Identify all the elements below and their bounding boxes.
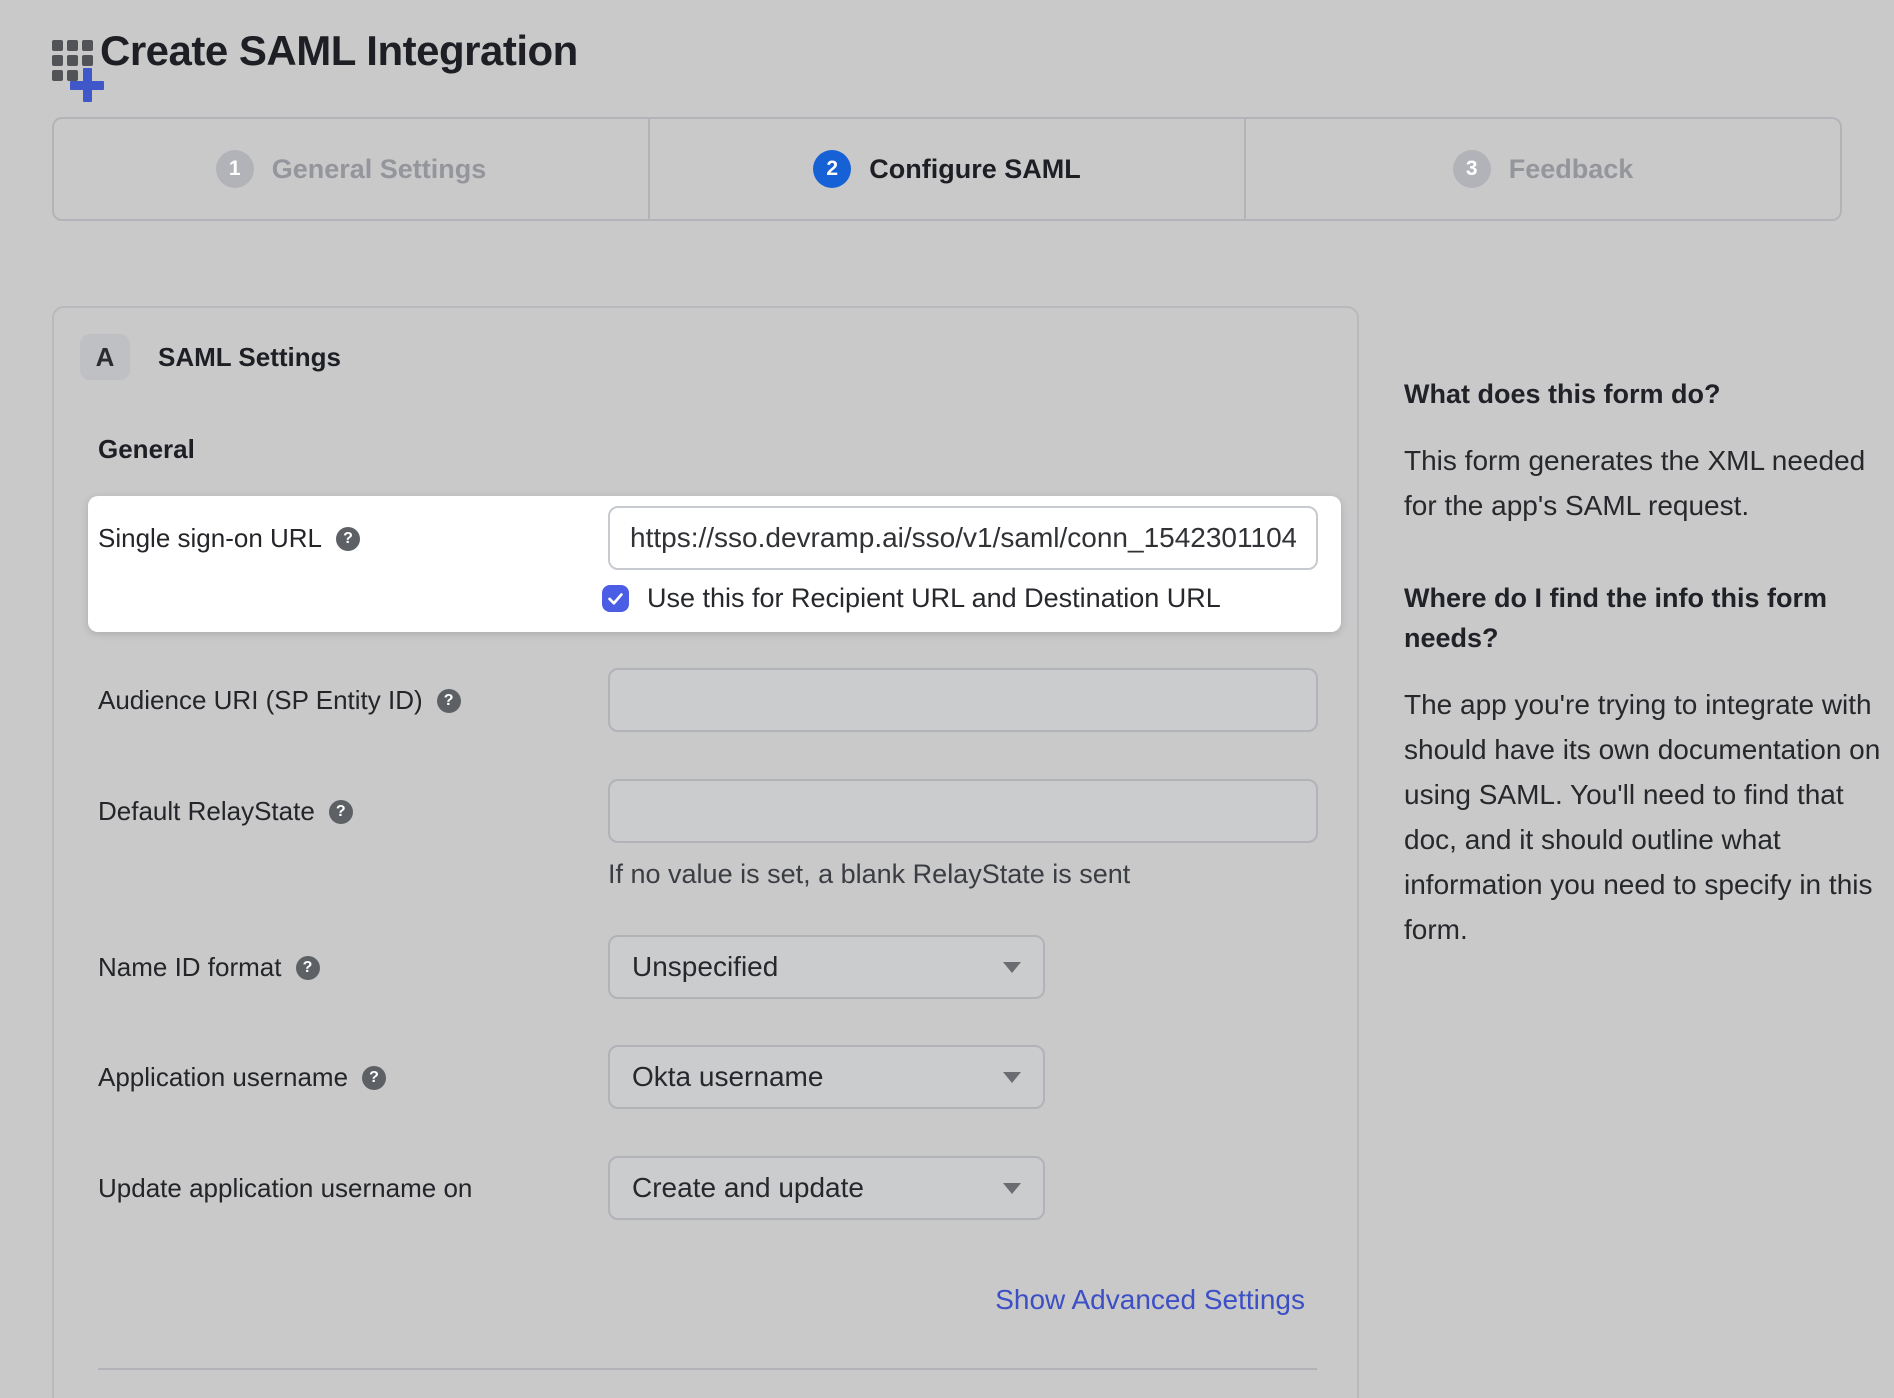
step-general-settings[interactable]: 1 General Settings: [54, 119, 648, 219]
relay-state-label-text: Default RelayState: [98, 796, 315, 827]
update-app-username-label-text: Update application username on: [98, 1173, 472, 1204]
audience-uri-control: [608, 668, 1318, 732]
step-configure-saml[interactable]: 2 Configure SAML: [648, 119, 1244, 219]
app-username-value: Okta username: [632, 1061, 823, 1093]
saml-settings-panel: A SAML Settings General Single sign-on U…: [52, 306, 1359, 1398]
panel-divider: [98, 1368, 1317, 1370]
name-id-format-value: Unspecified: [632, 951, 778, 983]
name-id-format-help-icon[interactable]: ?: [296, 956, 320, 980]
sso-url-row: Single sign-on URL ? Use this for Recipi…: [88, 496, 1341, 632]
update-app-username-value: Create and update: [632, 1172, 864, 1204]
relay-state-help-icon[interactable]: ?: [329, 800, 353, 824]
help-body-where: The app you're trying to integrate with …: [1404, 682, 1884, 952]
panel-title: SAML Settings: [158, 342, 341, 373]
checkmark-icon: [606, 589, 625, 608]
app-username-help-icon[interactable]: ?: [362, 1066, 386, 1090]
sso-url-input[interactable]: [608, 506, 1318, 570]
name-id-format-row: Name ID format ? Unspecified: [98, 935, 1317, 999]
step-1-label: General Settings: [272, 154, 487, 185]
relay-state-control: If no value is set, a blank RelayState i…: [608, 779, 1318, 890]
step-3-circle: 3: [1453, 150, 1491, 188]
recipient-destination-checkbox-row: Use this for Recipient URL and Destinati…: [602, 583, 1318, 614]
step-1-circle: 1: [216, 150, 254, 188]
update-app-username-row: Update application username on Create an…: [98, 1156, 1317, 1220]
panel-header: A SAML Settings: [80, 334, 1357, 380]
relay-state-row: Default RelayState ? If no value is set,…: [98, 779, 1317, 890]
audience-uri-label-text: Audience URI (SP Entity ID): [98, 685, 423, 716]
help-sidebar: What does this form do? This form genera…: [1404, 374, 1884, 952]
app-username-label-text: Application username: [98, 1062, 348, 1093]
audience-uri-row: Audience URI (SP Entity ID) ?: [98, 668, 1317, 732]
chevron-down-icon: [1003, 962, 1021, 973]
relay-state-input[interactable]: [608, 779, 1318, 843]
show-advanced-settings-link[interactable]: Show Advanced Settings: [995, 1284, 1305, 1315]
sso-url-label-text: Single sign-on URL: [98, 523, 322, 554]
help-body-what: This form generates the XML needed for t…: [1404, 438, 1884, 528]
step-feedback[interactable]: 3 Feedback: [1244, 119, 1840, 219]
chevron-down-icon: [1003, 1072, 1021, 1083]
chevron-down-icon: [1003, 1183, 1021, 1194]
step-2-circle: 2: [813, 150, 851, 188]
step-2-label: Configure SAML: [869, 154, 1080, 185]
relay-state-hint: If no value is set, a blank RelayState i…: [608, 859, 1318, 890]
advanced-settings-row: Show Advanced Settings: [98, 1284, 1317, 1316]
section-a-badge: A: [80, 334, 130, 380]
name-id-format-label: Name ID format ?: [98, 935, 608, 983]
recipient-destination-checkbox-label: Use this for Recipient URL and Destinati…: [647, 583, 1221, 614]
create-saml-integration-page: Create SAML Integration 1 General Settin…: [0, 0, 1894, 1398]
update-app-username-select[interactable]: Create and update: [608, 1156, 1045, 1220]
sso-url-control: Use this for Recipient URL and Destinati…: [608, 506, 1318, 614]
app-username-select[interactable]: Okta username: [608, 1045, 1045, 1109]
relay-state-label: Default RelayState ?: [98, 779, 608, 827]
wizard-steps: 1 General Settings 2 Configure SAML 3 Fe…: [52, 117, 1842, 221]
audience-uri-input[interactable]: [608, 668, 1318, 732]
add-app-grid-plus-icon: [52, 40, 98, 86]
recipient-destination-checkbox[interactable]: [602, 585, 629, 612]
help-heading-where: Where do I find the info this form needs…: [1404, 578, 1884, 658]
update-app-username-label: Update application username on: [98, 1156, 608, 1204]
audience-uri-help-icon[interactable]: ?: [437, 689, 461, 713]
audience-uri-label: Audience URI (SP Entity ID) ?: [98, 668, 608, 716]
sso-url-label: Single sign-on URL ?: [98, 506, 608, 554]
step-3-label: Feedback: [1509, 154, 1634, 185]
general-section-heading: General: [98, 434, 1317, 465]
page-title: Create SAML Integration: [100, 27, 578, 75]
help-heading-what: What does this form do?: [1404, 374, 1884, 414]
plus-icon: [70, 68, 104, 102]
app-username-row: Application username ? Okta username: [98, 1045, 1317, 1109]
name-id-format-label-text: Name ID format: [98, 952, 282, 983]
name-id-format-select[interactable]: Unspecified: [608, 935, 1045, 999]
app-username-label: Application username ?: [98, 1045, 608, 1093]
sso-url-help-icon[interactable]: ?: [336, 527, 360, 551]
